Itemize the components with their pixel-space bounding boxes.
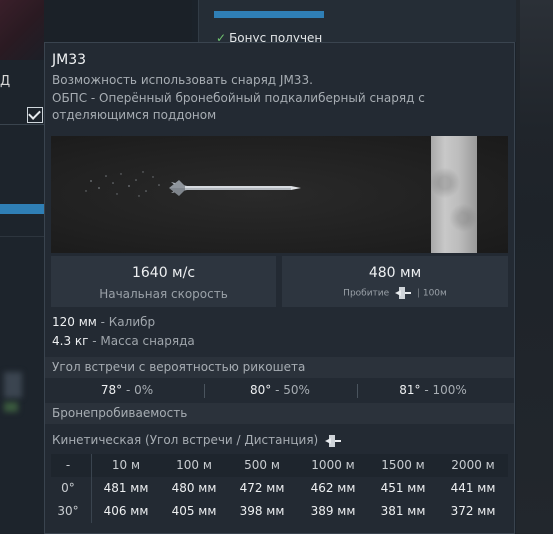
description-line: Возможность использовать снаряд JM33. bbox=[52, 73, 313, 87]
blurred-icon bbox=[4, 372, 22, 398]
table-cell: 389 мм bbox=[310, 504, 356, 518]
caliber-line: 120 мм - Калибр bbox=[52, 315, 155, 329]
mass-label: - Масса снаряда bbox=[88, 334, 195, 348]
table-cell: 372 мм bbox=[450, 504, 496, 518]
table-col-header: 500 м bbox=[244, 458, 280, 472]
table-cell: 405 мм bbox=[171, 504, 217, 518]
kinetic-label-text: Кинетическая (Угол встречи / Дистанция) bbox=[52, 433, 319, 447]
shell-preview-image bbox=[51, 136, 508, 253]
armor-penetration-title: Бронепробиваемость bbox=[52, 406, 188, 420]
muzzle-velocity-box: 1640 м/с Начальная скорость bbox=[51, 256, 276, 307]
muzzle-velocity-label: Начальная скорость bbox=[99, 287, 228, 301]
ricochet-angle: 78° bbox=[100, 383, 123, 397]
ricochet-prob: - 50% bbox=[271, 383, 310, 397]
table-cell: 398 мм bbox=[239, 504, 285, 518]
table-header-row: - 10 м 100 м 500 м 1000 м 1500 м 2000 м bbox=[51, 454, 508, 477]
table-cell: 441 мм bbox=[450, 481, 496, 495]
left-panel-label: Д bbox=[0, 74, 11, 89]
divider bbox=[0, 236, 44, 237]
table-cell: 406 мм bbox=[103, 504, 149, 518]
ricochet-row: 78° - 0% 80° - 50% 81° - 100% bbox=[45, 380, 514, 402]
ricochet-prob: - 100% bbox=[420, 383, 467, 397]
table-row: 30° 406 мм 405 мм 398 мм 389 мм 381 мм 3… bbox=[51, 500, 508, 523]
ricochet-angle: 80° bbox=[250, 383, 272, 397]
vehicle-thumbnail[interactable] bbox=[0, 0, 44, 60]
ricochet-item: 78° - 0% bbox=[52, 383, 202, 397]
tooltip-description: Возможность использовать снаряд JM33. ОБ… bbox=[52, 72, 512, 125]
table-cell: 481 мм bbox=[103, 481, 149, 495]
table-col-header: 10 м bbox=[111, 458, 141, 472]
table-row: 0° 481 мм 480 мм 472 мм 462 мм 451 мм 44… bbox=[51, 477, 508, 500]
table-cell: 480 мм bbox=[171, 481, 217, 495]
ricochet-angle: 81° bbox=[399, 383, 421, 397]
penetration-value: 480 мм bbox=[368, 265, 422, 281]
table-col-header: 1000 м bbox=[311, 458, 355, 472]
armor-penetration-header: Бронепробиваемость bbox=[45, 403, 514, 424]
description-line: отделяющимся поддоном bbox=[52, 108, 217, 122]
table-cell: 462 мм bbox=[310, 481, 356, 495]
penetration-table: - 10 м 100 м 500 м 1000 м 1500 м 2000 м … bbox=[51, 454, 508, 523]
penetration-caption: Пробитие | 100м bbox=[282, 287, 508, 299]
mass-value: 4.3 кг bbox=[52, 334, 89, 348]
table-col-header: 100 м bbox=[176, 458, 212, 472]
penetration-label: Пробитие bbox=[343, 288, 390, 299]
ricochet-prob: - 0% bbox=[122, 383, 154, 397]
kinetic-label: Кинетическая (Угол встречи / Дистанция) bbox=[52, 433, 344, 447]
ricochet-item: 80° - 50% bbox=[205, 383, 355, 397]
right-background-highlight bbox=[520, 0, 553, 130]
table-cell: 451 мм bbox=[380, 481, 426, 495]
penetration-distance: 100м bbox=[422, 288, 447, 299]
description-line: ОБПС - Оперённый бронебойный подкалиберн… bbox=[52, 90, 425, 105]
option-checkbox[interactable] bbox=[27, 107, 43, 123]
background-area bbox=[44, 0, 192, 42]
ricochet-title: Угол встречи с вероятностью рикошета bbox=[52, 360, 306, 374]
ricochet-section-header: Угол встречи с вероятностью рикошета bbox=[45, 357, 514, 378]
table-col-header: 2000 м bbox=[451, 458, 495, 472]
table-col-header: 1500 м bbox=[381, 458, 425, 472]
caliber-value: 120 мм bbox=[52, 315, 97, 329]
muzzle-velocity-value: 1640 м/с bbox=[131, 265, 196, 281]
blurred-icon bbox=[4, 402, 18, 412]
table-cell: 472 мм bbox=[239, 481, 285, 495]
mass-line: 4.3 кг - Масса снаряда bbox=[52, 334, 195, 348]
reward-progress-bar bbox=[214, 11, 324, 18]
caliber-label: - Калибр bbox=[96, 315, 156, 329]
penetration-box: 480 мм Пробитие | 100м bbox=[282, 256, 508, 307]
table-cell: 381 мм bbox=[380, 504, 426, 518]
divider bbox=[0, 124, 44, 125]
separator: | bbox=[416, 288, 420, 299]
ricochet-item: 81° - 100% bbox=[358, 383, 508, 397]
ammo-tooltip: JM33 Возможность использовать снаряд JM3… bbox=[44, 42, 515, 534]
penetration-icon bbox=[395, 287, 412, 299]
penetration-icon bbox=[325, 434, 342, 447]
tooltip-title: JM33 bbox=[52, 52, 87, 68]
armor-plate-image bbox=[431, 136, 477, 253]
progress-bar bbox=[0, 204, 44, 214]
